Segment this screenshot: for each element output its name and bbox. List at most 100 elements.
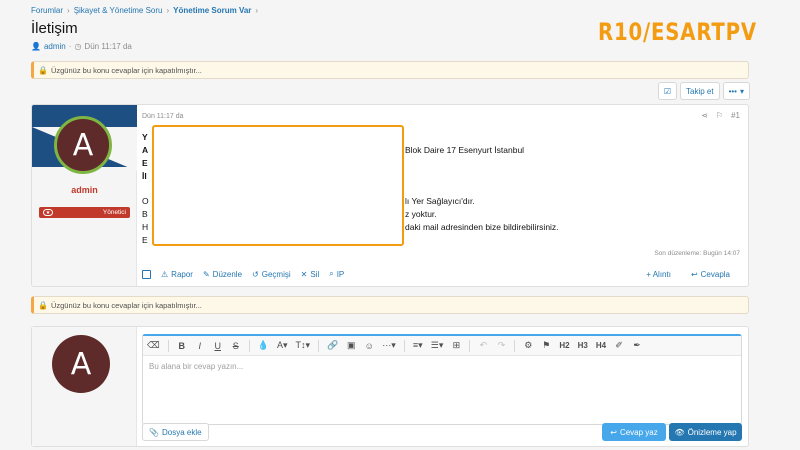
chevron-right-icon: › xyxy=(166,6,170,15)
post-text-line: Y xyxy=(142,132,148,142)
delete-label: Sil xyxy=(310,269,320,279)
reply-box: A ⌫ B I U S 💧 A▾ T↕▾ 🔗 ▣ ☺ ⋯▾ ≡▾ ☰▾ ⊞ ↶ … xyxy=(31,326,749,447)
star-icon: ★ xyxy=(43,209,53,216)
post-text-line: B xyxy=(142,209,148,219)
bold-icon[interactable]: B xyxy=(177,341,187,351)
thread-time: Dün 11:17 da xyxy=(84,42,132,51)
heading2-icon[interactable]: H2 xyxy=(559,341,569,350)
color-drop-icon[interactable]: 💧 xyxy=(258,340,269,351)
lock-icon: 🔒 xyxy=(38,65,48,75)
rich-text-editor[interactable]: ⌫ B I U S 💧 A▾ T↕▾ 🔗 ▣ ☺ ⋯▾ ≡▾ ☰▾ ⊞ ↶ ↷ … xyxy=(142,334,742,425)
breadcrumb: Forumlar › Şikayet & Yönetime Soru › Yön… xyxy=(31,6,258,15)
more-menu-button[interactable]: ••• ▾ xyxy=(722,82,750,100)
font-family-icon[interactable]: A▾ xyxy=(277,340,288,351)
reply-link[interactable]: ↩ Cevapla xyxy=(691,270,730,279)
heading3-icon[interactable]: H3 xyxy=(578,341,588,350)
image-icon[interactable]: ▣ xyxy=(346,340,356,351)
post-text-line: E xyxy=(142,235,148,245)
attach-label: Dosya ekle xyxy=(161,427,202,437)
delete-link[interactable]: ✕ Sil xyxy=(301,270,320,279)
table-icon[interactable]: ⊞ xyxy=(451,340,461,351)
ip-link[interactable]: ⌕ IP xyxy=(329,269,344,279)
underline-icon[interactable]: U xyxy=(213,341,223,351)
select-checkbox[interactable] xyxy=(142,269,151,279)
post-text-line: E xyxy=(142,158,148,168)
chevron-right-icon: › xyxy=(255,6,259,15)
follow-button[interactable]: Takip et xyxy=(680,82,720,100)
align-icon[interactable]: ≡▾ xyxy=(413,340,423,351)
share-icon[interactable]: ⋖ xyxy=(701,111,708,120)
breadcrumb-complaints[interactable]: Şikayet & Yönetime Soru xyxy=(74,6,163,15)
role-label: Yönetici xyxy=(102,209,126,216)
pencil-icon: ✎ xyxy=(202,269,210,279)
report-link[interactable]: ⚠ Rapor xyxy=(161,270,193,279)
post-reply-label: Cevap yaz xyxy=(619,427,658,437)
post-username[interactable]: admin xyxy=(32,185,137,195)
lock-icon: 🔒 xyxy=(38,300,48,310)
post-text-line: daki mail adresinden bize bildirebilirsi… xyxy=(405,222,559,232)
emoji-icon[interactable]: ☺ xyxy=(364,341,374,351)
breadcrumb-forums[interactable]: Forumlar xyxy=(31,6,63,15)
avatar[interactable]: A xyxy=(54,116,112,174)
reply-icon: ↩ xyxy=(690,269,698,279)
post-main: Dün 11:17 da ⋖ ⚐ #1 Y A E İl O B H E Blo… xyxy=(142,105,748,286)
thread-author[interactable]: admin xyxy=(44,42,66,51)
x-icon: ✕ xyxy=(300,269,308,279)
marker-icon[interactable]: ✒ xyxy=(632,340,642,351)
strikethrough-icon[interactable]: S xyxy=(231,341,241,351)
watch-checkbox[interactable]: ☑ xyxy=(657,82,677,100)
edit-link[interactable]: ✎ Düzenle xyxy=(203,270,242,279)
thread-actions: ☑ Takip et ••• ▾ xyxy=(657,82,750,100)
last-edited: Son düzenleme: Bugün 14:07 xyxy=(654,250,740,257)
breadcrumb-question[interactable]: Yönetime Sorum Var xyxy=(173,6,251,15)
post-text-line: H xyxy=(142,222,149,232)
post-text-line: İl xyxy=(142,171,147,181)
history-link[interactable]: ↺ Geçmişi xyxy=(252,270,291,279)
post: A admin ★ Yönetici Dün 11:17 da ⋖ ⚐ #1 Y… xyxy=(31,104,749,287)
gear-icon[interactable]: ⚙ xyxy=(523,340,533,351)
avatar: A xyxy=(52,335,110,393)
font-size-icon[interactable]: T↕▾ xyxy=(295,340,310,351)
post-number[interactable]: #1 xyxy=(731,111,740,120)
post-reply-button[interactable]: ↩ Cevap yaz xyxy=(602,423,666,441)
heading4-icon[interactable]: H4 xyxy=(596,341,606,350)
bookmark-icon[interactable]: ⚐ xyxy=(716,111,723,120)
ip-label: IP xyxy=(336,269,345,279)
role-badge: ★ Yönetici xyxy=(39,207,130,218)
clock-icon: ◷ xyxy=(74,42,82,51)
list-icon[interactable]: ☰▾ xyxy=(431,340,444,351)
attach-file-button[interactable]: 📎 Dosya ekle xyxy=(142,423,209,441)
preview-button[interactable]: 👁 Önizleme yap xyxy=(669,423,742,441)
post-text-line: z yoktur. xyxy=(405,209,437,219)
quote-link[interactable]: + Alıntı xyxy=(646,270,671,279)
warning-icon: ⚠ xyxy=(161,269,169,279)
post-time[interactable]: Dün 11:17 da xyxy=(142,113,184,120)
reply-placeholder[interactable]: Bu alana bir cevap yazın... xyxy=(143,356,741,377)
edit-label: Düzenle xyxy=(212,269,243,279)
post-text-line: Blok Daire 17 Esenyurt İstanbul xyxy=(405,145,525,155)
post-user-cell: A admin ★ Yönetici xyxy=(32,105,137,286)
chevron-right-icon: › xyxy=(67,6,70,15)
watermark: R10/ESARTPV xyxy=(598,18,757,46)
separator: · xyxy=(68,42,72,51)
link-icon[interactable]: 🔗 xyxy=(327,340,338,351)
brush-icon[interactable]: ✐ xyxy=(614,340,624,351)
post-text-line: A xyxy=(142,145,149,155)
editor-toolbar: ⌫ B I U S 💧 A▾ T↕▾ 🔗 ▣ ☺ ⋯▾ ≡▾ ☰▾ ⊞ ↶ ↷ … xyxy=(143,336,741,356)
report-label: Rapor xyxy=(171,269,193,279)
history-icon: ↺ xyxy=(252,269,259,279)
closed-notice: 🔒 Üzgünüz bu konu cevaplar için kapatılm… xyxy=(31,61,749,79)
more-options-icon[interactable]: ⋯▾ xyxy=(382,340,396,351)
chevron-down-icon: ▾ xyxy=(739,86,744,96)
post-footer: ⚠ Rapor ✎ Düzenle ↺ Geçmişi ✕ Sil ⌕ IP + Alın… xyxy=(142,266,748,282)
reply-icon: ↩ xyxy=(610,427,617,437)
preview-label: Önizleme yap xyxy=(687,427,737,437)
redo-icon[interactable]: ↷ xyxy=(496,340,506,351)
flag-icon[interactable]: ⚑ xyxy=(541,340,551,351)
undo-icon[interactable]: ↶ xyxy=(478,340,488,351)
eraser-icon[interactable]: ⌫ xyxy=(147,340,160,351)
search-icon: ⌕ xyxy=(329,269,334,278)
post-text-line: lı Yer Sağlayıcı'dır. xyxy=(405,196,475,206)
paperclip-icon: 📎 xyxy=(149,427,159,437)
italic-icon[interactable]: I xyxy=(195,341,205,351)
